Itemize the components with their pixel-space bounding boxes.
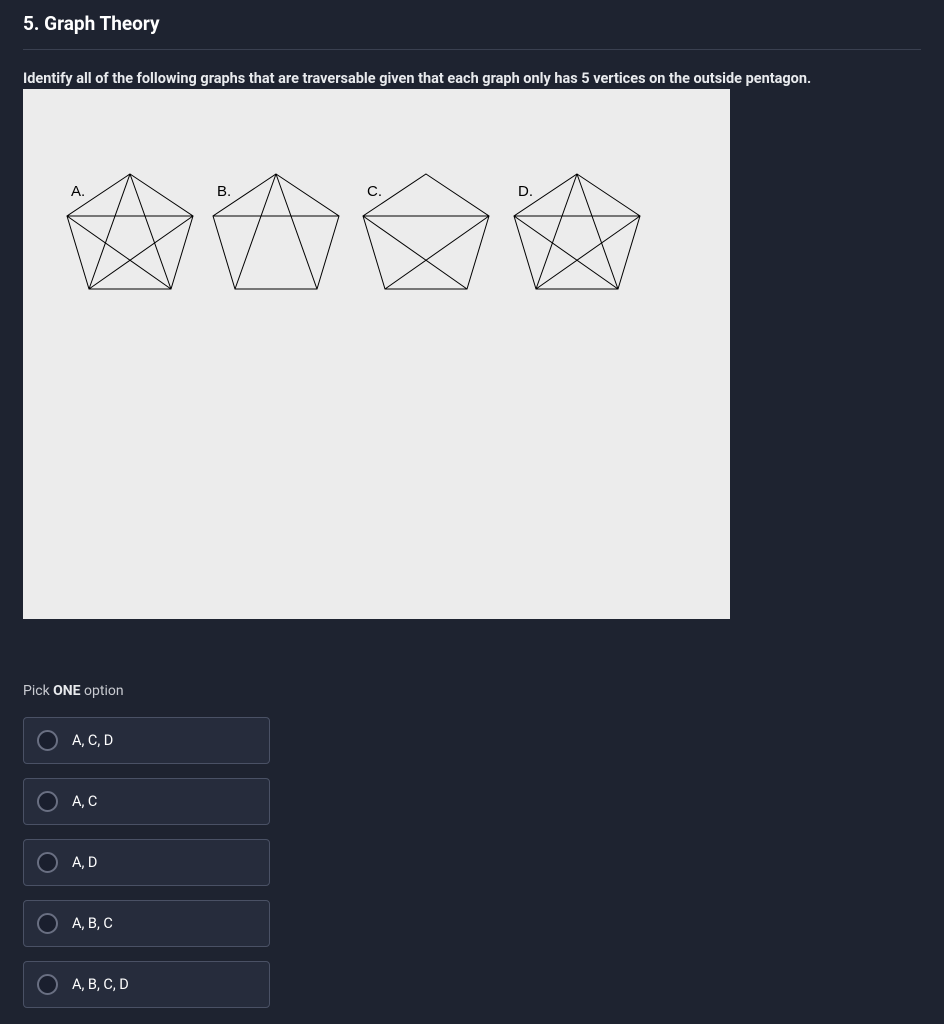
radio-icon	[37, 730, 58, 751]
instruction-pre: Pick	[23, 683, 53, 699]
graph-label-c: C.	[367, 183, 382, 200]
radio-icon	[37, 852, 58, 873]
instruction-post: option	[81, 683, 124, 699]
graph-label-d: D.	[518, 183, 533, 200]
option-5[interactable]: A, B, C, D	[23, 961, 270, 1008]
radio-icon	[37, 791, 58, 812]
option-label: A, B, C, D	[72, 976, 129, 993]
graph-label-a: A.	[71, 183, 85, 200]
option-label: A, D	[72, 854, 97, 871]
radio-icon	[37, 974, 58, 995]
instruction-bold: ONE	[53, 683, 80, 699]
question-title: 5. Graph Theory	[23, 12, 921, 50]
options-list: A, C, D A, C A, D A, B, C A, B, C, D	[23, 717, 921, 1008]
option-3[interactable]: A, D	[23, 839, 270, 886]
answer-instruction: Pick ONE option	[23, 683, 921, 699]
option-4[interactable]: A, B, C	[23, 900, 270, 947]
option-2[interactable]: A, C	[23, 778, 270, 825]
graph-label-b: B.	[217, 183, 231, 200]
question-prompt: Identify all of the following graphs tha…	[23, 68, 921, 89]
option-label: A, C, D	[72, 732, 113, 749]
option-label: A, B, C	[72, 915, 113, 932]
radio-icon	[37, 913, 58, 934]
question-image: A. B.	[23, 89, 730, 619]
option-label: A, C	[72, 793, 97, 810]
option-1[interactable]: A, C, D	[23, 717, 270, 764]
